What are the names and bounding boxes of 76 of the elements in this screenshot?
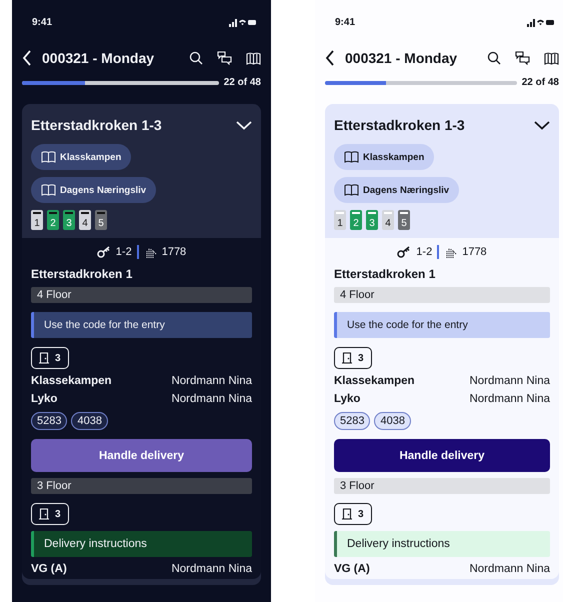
route-title: 000321 - Monday (345, 50, 458, 66)
status-icons (527, 18, 555, 26)
door-chip: 3 (31, 503, 69, 525)
mailbox-badge: 2 (350, 210, 362, 230)
mailbox-badge: 4 (79, 210, 91, 230)
handle-delivery-button[interactable]: Handle delivery (31, 439, 252, 472)
door-icon (39, 508, 49, 520)
mailbox-badge: 3 (63, 210, 75, 230)
instruction-note: Use the code for the entry (334, 312, 550, 338)
product-name: Klassekampen (334, 375, 415, 387)
book-icon (344, 151, 359, 163)
mailbox-badge: 2 (47, 210, 59, 230)
instruction-note: Delivery instructions (31, 531, 252, 557)
floor-label: 4 Floor (334, 287, 550, 303)
book-icon (41, 151, 56, 163)
key-range: 1-2 (416, 246, 432, 258)
recipient-name: Nordmann Nina (469, 375, 550, 387)
product-name: Klassekampen (31, 375, 112, 387)
instruction-note: Use the code for the entry (31, 312, 252, 338)
chevron-icon[interactable] (534, 120, 550, 130)
book-icon[interactable] (544, 52, 559, 64)
status-icons (229, 18, 257, 26)
code-chip: 5283 (334, 412, 370, 430)
door-icon (342, 352, 352, 364)
recipient-name: Nordmann Nina (171, 563, 252, 575)
key-icon (96, 246, 111, 258)
product-name: VG (A) (334, 563, 370, 575)
mailbox-badge: 1 (334, 210, 346, 230)
publication-chip[interactable]: Dagens Næringsliv (31, 177, 156, 203)
mailbox-badge: 3 (366, 210, 378, 230)
recipient-name: Nordmann Nina (171, 393, 252, 405)
address-title: Etterstadkroken 1 (31, 267, 134, 281)
book-icon (344, 184, 359, 196)
publication-chip[interactable]: Klasskampen (334, 144, 434, 170)
entry-code: 1778 (162, 246, 186, 258)
chat-icon[interactable] (515, 51, 530, 65)
progress-label: 22 of 48 (224, 77, 261, 88)
search-icon[interactable] (487, 51, 501, 65)
code-chip: 4038 (374, 412, 411, 430)
address-title: Etterstadkroken 1 (334, 267, 436, 281)
code-chip: 4038 (71, 412, 108, 430)
floor-label: 4 Floor (31, 287, 252, 303)
door-icon (39, 352, 49, 364)
floor-label: 3 Floor (31, 478, 252, 494)
stop-title: Etterstadkroken 1-3 (31, 117, 162, 133)
search-icon[interactable] (189, 51, 203, 65)
code-chip: 5283 (31, 412, 68, 430)
door-chip: 3 (31, 347, 69, 369)
recipient-name: Nordmann Nina (469, 393, 550, 405)
stop-title: Etterstadkroken 1-3 (334, 117, 465, 133)
book-icon (41, 184, 56, 196)
door-chip: 3 (334, 347, 372, 369)
progress-label: 22 of 48 (522, 77, 559, 88)
recipient-name: Nordmann Nina (171, 375, 252, 387)
recipient-name: Nordmann Nina (469, 563, 550, 575)
publication-chip[interactable]: Klasskampen (31, 144, 132, 170)
route-title: 000321 - Monday (42, 50, 156, 66)
key-icon (397, 246, 412, 258)
door-chip: 3 (334, 503, 372, 525)
back-icon[interactable] (325, 50, 335, 66)
door-icon (342, 508, 352, 520)
product-name: VG (A) (31, 563, 67, 575)
product-name: Lyko (334, 393, 360, 405)
floor-label: 3 Floor (334, 478, 550, 494)
status-time: 9:41 (32, 16, 52, 28)
mailbox-badge: 4 (382, 210, 394, 230)
publication-chip[interactable]: Dagens Næringsliv (334, 177, 460, 203)
product-name: Lyko (31, 393, 58, 405)
mailbox-badge: 5 (95, 210, 107, 230)
mailbox-badge: 1 (31, 210, 43, 230)
status-time: 9:41 (335, 16, 356, 28)
key-range: 1-2 (116, 246, 132, 258)
handle-delivery-button[interactable]: Handle delivery (334, 439, 550, 472)
instruction-note: Delivery instructions (334, 531, 550, 557)
entry-code: 1778 (462, 246, 487, 258)
mailbox-badge: 5 (398, 210, 410, 230)
